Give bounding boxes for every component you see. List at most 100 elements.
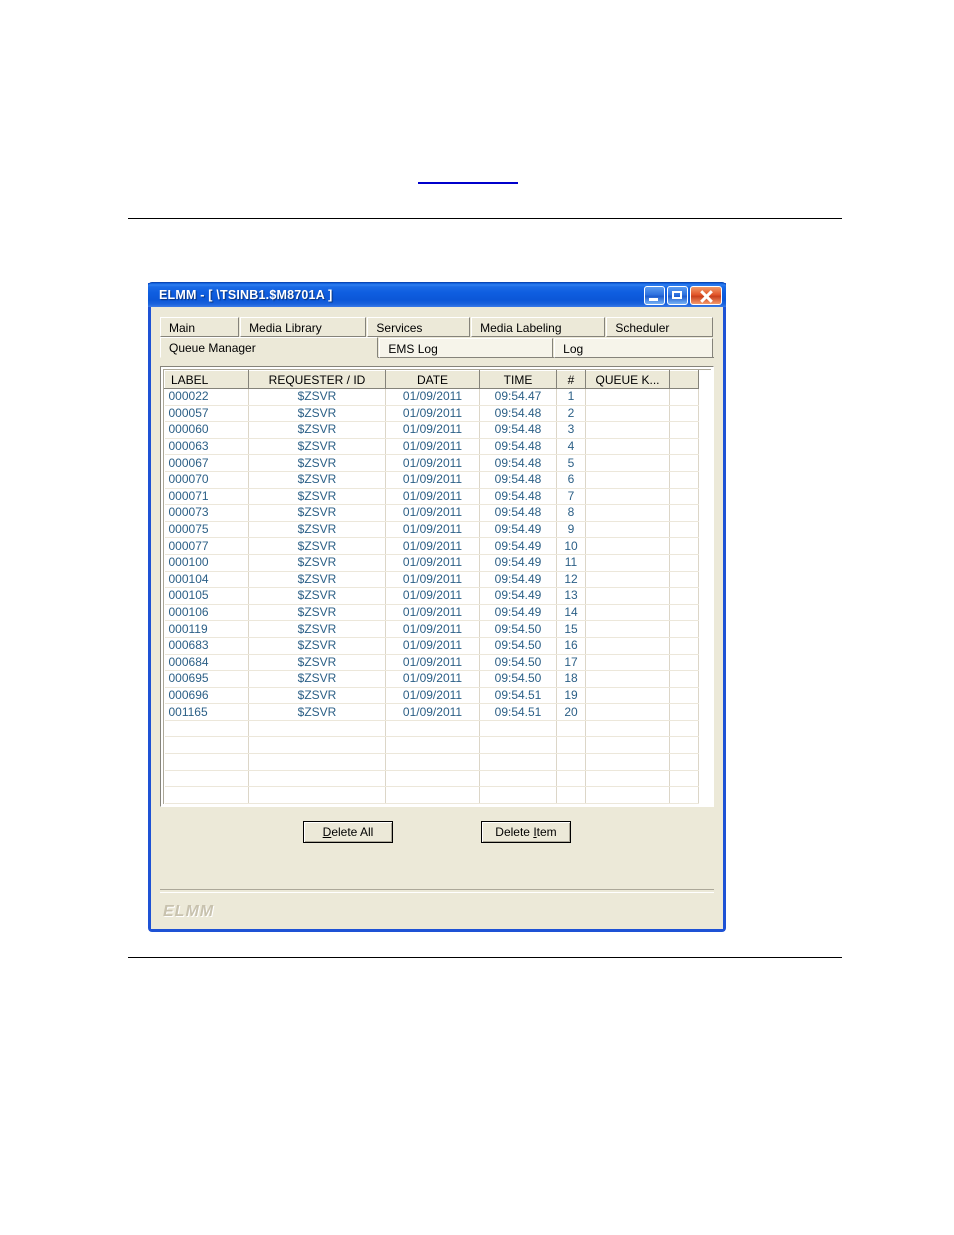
cell-empty [556, 770, 586, 788]
cell-empty [585, 803, 670, 804]
minimize-icon[interactable] [644, 285, 665, 305]
tab-log[interactable]: Log [554, 338, 713, 358]
column-header-spare[interactable] [669, 370, 699, 389]
cell-num: 8 [556, 504, 586, 522]
tab-label: Log [563, 342, 584, 356]
table-row[interactable]: 000077 $ZSVR 01/09/2011 09:54.49 10 [164, 537, 699, 555]
table-row[interactable]: 000683 $ZSVR 01/09/2011 09:54.50 16 [164, 637, 699, 655]
table-row[interactable]: 000104 $ZSVR 01/09/2011 09:54.49 12 [164, 571, 699, 589]
cell-num: 10 [556, 537, 586, 555]
column-header-queue[interactable]: QUEUE K... [585, 370, 670, 389]
column-header-time[interactable]: TIME [479, 370, 557, 389]
cell-spare [669, 421, 699, 439]
cell-empty [248, 736, 386, 755]
table-row[interactable]: 000695 $ZSVR 01/09/2011 09:54.50 18 [164, 670, 699, 688]
cell-requester: $ZSVR [248, 587, 386, 605]
table-row[interactable]: 000022 $ZSVR 01/09/2011 09:54.47 1 [164, 388, 699, 406]
tab-main[interactable]: Main [160, 317, 240, 337]
window-titlebar[interactable]: ELMM - [ \TSINB1.$M8701A ] [148, 282, 726, 307]
table-row[interactable]: 001165 $ZSVR 01/09/2011 09:54.51 20 [164, 703, 699, 721]
cell-empty [248, 770, 386, 788]
cell-empty [585, 786, 670, 804]
cell-requester: $ZSVR [248, 620, 386, 638]
cell-time: 09:54.48 [479, 421, 557, 439]
cell-empty [164, 720, 249, 738]
table-row-empty[interactable] [164, 786, 699, 804]
cell-empty [479, 720, 557, 738]
table-row-empty[interactable] [164, 770, 699, 788]
cell-requester: $ZSVR [248, 521, 386, 539]
table-row-empty[interactable] [164, 720, 699, 738]
table-row[interactable]: 000105 $ZSVR 01/09/2011 09:54.49 13 [164, 587, 699, 605]
tab-services[interactable]: Services [367, 317, 471, 337]
tab-media-labeling[interactable]: Media Labeling [471, 317, 606, 337]
column-header-date[interactable]: DATE [385, 370, 480, 389]
table-row[interactable]: 000100 $ZSVR 01/09/2011 09:54.49 11 [164, 554, 699, 572]
cell-date: 01/09/2011 [385, 654, 480, 672]
cell-empty [385, 770, 480, 788]
tab-media-library[interactable]: Media Library [240, 317, 367, 337]
cell-requester: $ZSVR [248, 537, 386, 555]
table-row[interactable]: 000106 $ZSVR 01/09/2011 09:54.49 14 [164, 604, 699, 622]
delete-item-button[interactable]: Delete Item [481, 821, 571, 843]
column-header-requester[interactable]: REQUESTER / ID [248, 370, 386, 389]
cell-empty [479, 770, 557, 788]
cell-queue [585, 687, 670, 705]
cell-empty [585, 736, 670, 755]
cell-spare [669, 571, 699, 589]
cell-time: 09:54.49 [479, 537, 557, 555]
table-row-empty[interactable] [164, 736, 699, 755]
cell-time: 09:54.48 [479, 488, 557, 506]
cell-time: 09:54.50 [479, 637, 557, 655]
cell-num: 16 [556, 637, 586, 655]
delete-all-button[interactable]: Delete All [303, 821, 393, 843]
document-hyperlink[interactable] [418, 168, 518, 184]
table-row[interactable]: 000057 $ZSVR 01/09/2011 09:54.48 2 [164, 405, 699, 423]
cell-empty [385, 803, 480, 804]
table-row[interactable]: 000063 $ZSVR 01/09/2011 09:54.48 4 [164, 438, 699, 456]
cell-label: 000684 [164, 654, 249, 672]
cell-empty [585, 753, 670, 771]
cell-num: 14 [556, 604, 586, 622]
cell-empty [248, 786, 386, 804]
elmm-window: ELMM - [ \TSINB1.$M8701A ] Main Media Lib… [148, 282, 726, 932]
cell-queue [585, 471, 670, 489]
table-row-empty[interactable] [164, 803, 699, 804]
cell-date: 01/09/2011 [385, 421, 480, 439]
table-row[interactable]: 000067 $ZSVR 01/09/2011 09:54.48 5 [164, 454, 699, 472]
table-row[interactable]: 000696 $ZSVR 01/09/2011 09:54.51 19 [164, 687, 699, 705]
cell-spare [669, 438, 699, 456]
column-header-num[interactable]: # [556, 370, 586, 389]
cell-label: 000077 [164, 537, 249, 555]
cell-spare [669, 504, 699, 522]
status-bar: ELMM [151, 895, 723, 929]
cell-requester: $ZSVR [248, 405, 386, 423]
tab-label: EMS Log [388, 342, 438, 356]
tab-label: Queue Manager [169, 341, 256, 355]
table-row[interactable]: 000119 $ZSVR 01/09/2011 09:54.50 15 [164, 620, 699, 638]
cell-queue [585, 504, 670, 522]
tab-queue-manager[interactable]: Queue Manager [160, 337, 379, 358]
table-row[interactable]: 000071 $ZSVR 01/09/2011 09:54.48 7 [164, 488, 699, 506]
table-row[interactable]: 000073 $ZSVR 01/09/2011 09:54.48 8 [164, 504, 699, 522]
cell-num: 20 [556, 703, 586, 721]
table-row[interactable]: 000060 $ZSVR 01/09/2011 09:54.48 3 [164, 421, 699, 439]
column-header-label[interactable]: LABEL [164, 370, 249, 389]
queue-table-body: 000022 $ZSVR 01/09/2011 09:54.47 1 000057 $ZSV… [164, 388, 699, 804]
tab-label: Media Labeling [480, 321, 562, 335]
cell-queue [585, 620, 670, 638]
cell-empty [164, 753, 249, 771]
close-icon[interactable] [690, 285, 722, 305]
tab-ems-log[interactable]: EMS Log [379, 338, 554, 358]
tab-scheduler[interactable]: Scheduler [606, 317, 713, 337]
cell-empty [164, 770, 249, 788]
cell-empty [556, 720, 586, 738]
table-row[interactable]: 000070 $ZSVR 01/09/2011 09:54.48 6 [164, 471, 699, 489]
window-title: ELMM - [ \TSINB1.$M8701A ] [159, 288, 333, 302]
table-row-empty[interactable] [164, 753, 699, 771]
table-row[interactable]: 000075 $ZSVR 01/09/2011 09:54.49 9 [164, 521, 699, 539]
maximize-icon[interactable] [667, 285, 688, 305]
page-rule-bottom [128, 957, 842, 958]
cell-spare [669, 620, 699, 638]
table-row[interactable]: 000684 $ZSVR 01/09/2011 09:54.50 17 [164, 654, 699, 672]
